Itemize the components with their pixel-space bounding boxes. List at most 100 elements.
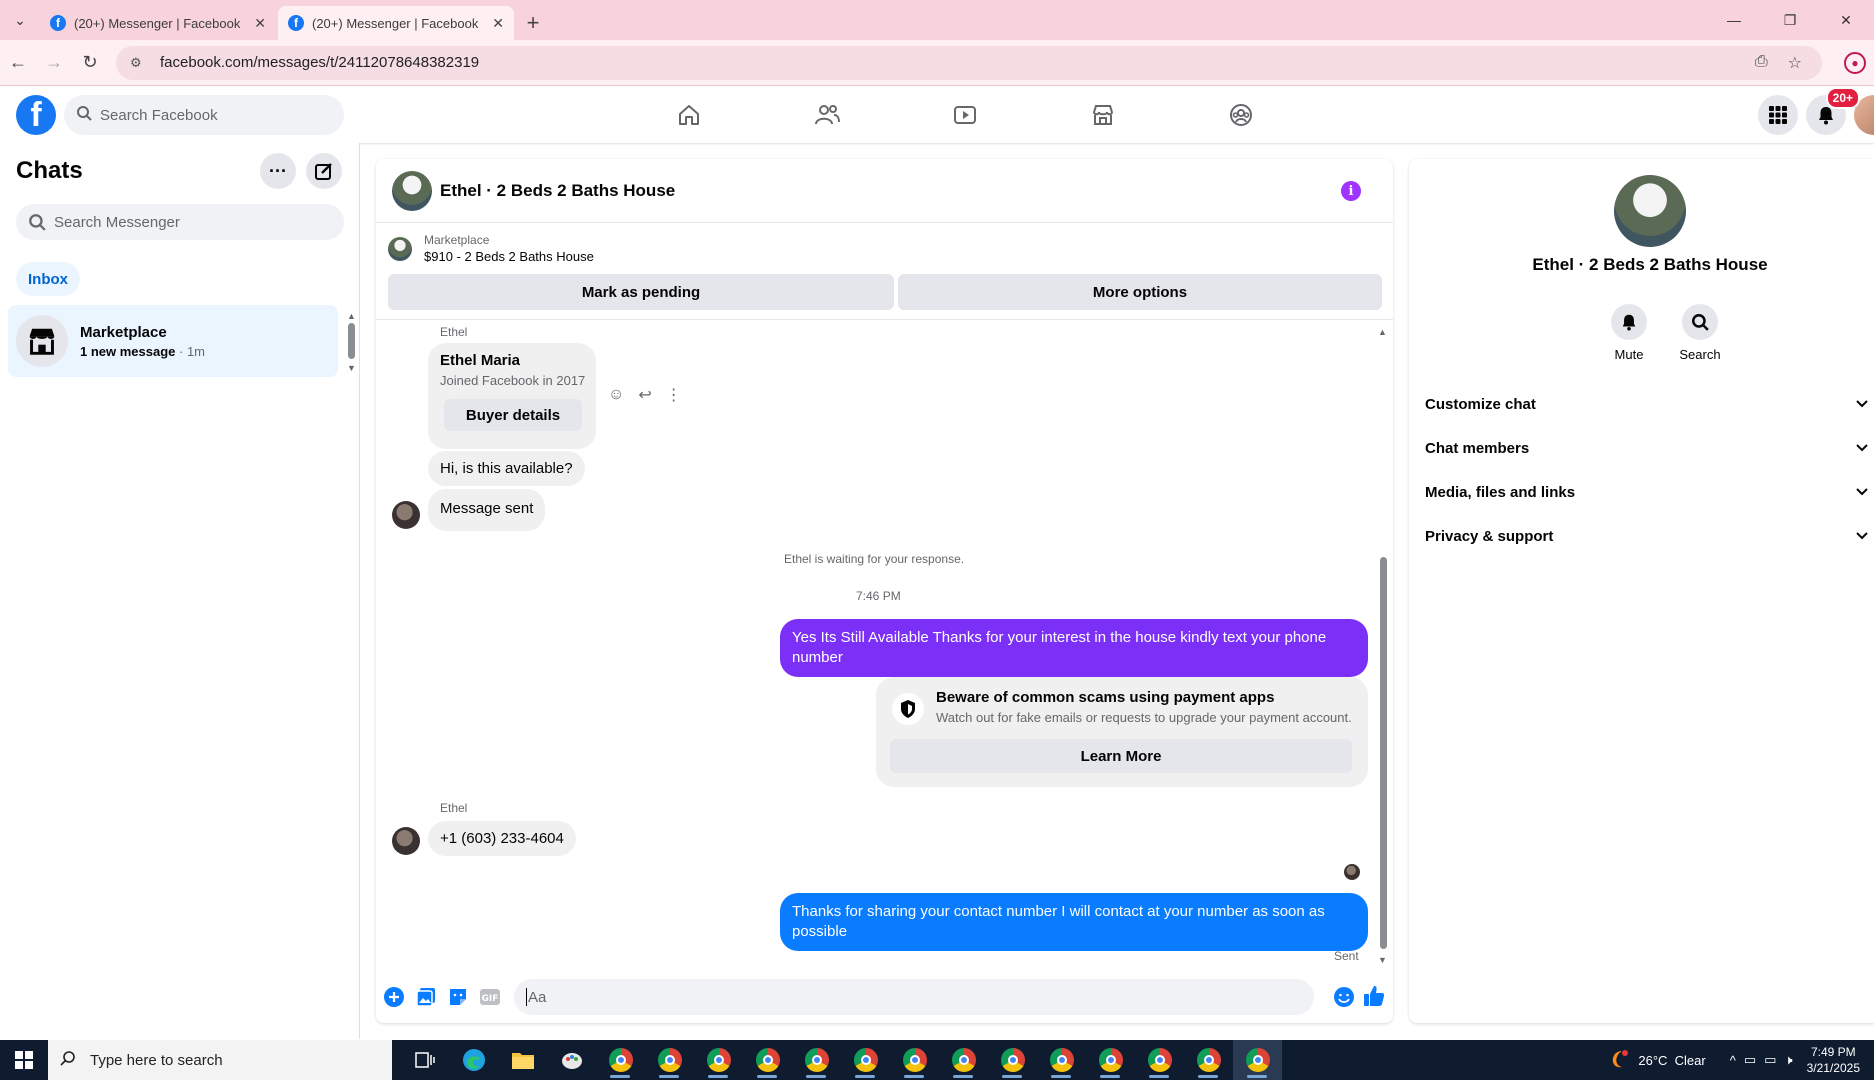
clock-time: 7:49 PM (1810, 1045, 1856, 1059)
back-icon[interactable]: ← (0, 45, 36, 81)
media-files-links-section[interactable]: Media, files and links (1425, 470, 1874, 514)
chrome-app-icon[interactable] (743, 1040, 792, 1080)
scrollbar-thumb[interactable] (1380, 557, 1387, 949)
info-icon[interactable]: i (1341, 181, 1361, 201)
chrome-app-icon[interactable] (596, 1040, 645, 1080)
message-bubble-incoming: +1 (603) 233-4604 (428, 821, 576, 856)
battery-icon[interactable]: ▭ (1744, 1052, 1756, 1068)
chrome-app-icon[interactable] (890, 1040, 939, 1080)
scroll-up-arrow-icon[interactable]: ▲ (1378, 327, 1387, 337)
task-view-icon[interactable] (400, 1040, 449, 1080)
privacy-support-section[interactable]: Privacy & support (1425, 514, 1874, 558)
chat-list-scrollbar[interactable]: ▲ ▼ (347, 311, 356, 373)
conversation-scrollbar[interactable]: ▲ ▼ (1378, 327, 1388, 967)
tab-search-chevron-icon[interactable]: ⌄ (0, 0, 40, 40)
message-input[interactable]: Aa (514, 979, 1314, 1015)
new-message-button[interactable] (306, 153, 342, 189)
browser-profile-icon[interactable]: ● (1844, 51, 1866, 74)
conversation-avatar[interactable] (392, 170, 432, 211)
restore-icon[interactable]: ❐ (1762, 0, 1818, 40)
network-icon[interactable]: ▭ (1764, 1052, 1776, 1068)
reply-icon[interactable]: ↩ (638, 385, 651, 405)
chrome-app-icon[interactable] (694, 1040, 743, 1080)
mute-action[interactable]: Mute (1594, 304, 1664, 362)
bookmark-star-icon[interactable]: ☆ (1788, 53, 1802, 73)
weather-icon (1608, 1049, 1630, 1072)
chrome-app-icon[interactable] (841, 1040, 890, 1080)
nav-friends-icon[interactable] (758, 87, 896, 143)
search-icon (60, 1050, 76, 1071)
chevron-up-icon[interactable]: ^ (1730, 1053, 1736, 1068)
customize-chat-section[interactable]: Customize chat (1425, 382, 1874, 426)
react-emoji-icon[interactable]: ☺ (608, 386, 624, 404)
browser-tab-2[interactable]: f (20+) Messenger | Facebook ✕ (278, 6, 514, 40)
text-caret (526, 988, 527, 1006)
weather-widget[interactable]: 26°C Clear (1608, 1049, 1706, 1072)
scroll-down-arrow-icon[interactable]: ▼ (347, 363, 356, 373)
menu-grid-button[interactable] (1758, 95, 1798, 135)
mark-as-pending-button[interactable]: Mark as pending (388, 274, 894, 310)
gif-icon[interactable]: GIF (474, 981, 506, 1013)
paint-app-icon[interactable] (547, 1040, 596, 1080)
inbox-filter-tab[interactable]: Inbox (16, 262, 80, 296)
chrome-app-icon[interactable] (645, 1040, 694, 1080)
nav-video-icon[interactable] (896, 87, 1034, 143)
minimize-icon[interactable]: — (1706, 0, 1762, 40)
install-app-icon[interactable]: ⎙ (1755, 53, 1768, 73)
chats-options-button[interactable]: ··· (260, 153, 296, 189)
taskbar-search-input[interactable]: Type here to search (48, 1040, 392, 1080)
facebook-search-input[interactable]: Search Facebook (64, 95, 344, 135)
close-tab-icon[interactable]: ✕ (492, 15, 504, 32)
address-bar[interactable]: ⚙ facebook.com/messages/t/24112078648382… (116, 45, 1822, 80)
chrome-app-icon[interactable] (939, 1040, 988, 1080)
nav-groups-icon[interactable] (1172, 87, 1310, 143)
chat-name: Marketplace (80, 323, 167, 341)
close-tab-icon[interactable]: ✕ (254, 15, 266, 32)
forward-icon[interactable]: → (36, 45, 72, 81)
chrome-app-icon[interactable] (1037, 1040, 1086, 1080)
search-in-conversation-action[interactable]: Search (1665, 304, 1735, 362)
nav-home-icon[interactable] (620, 87, 758, 143)
info-avatar (1614, 175, 1686, 247)
volume-muted-icon[interactable]: 🕨 (1784, 1052, 1792, 1068)
more-options-button[interactable]: More options (898, 274, 1382, 310)
file-explorer-icon[interactable] (498, 1040, 547, 1080)
site-info-icon[interactable]: ⚙ (130, 55, 146, 71)
conversation-panel: Ethel · 2 Beds 2 Baths House i Marketpla… (376, 159, 1393, 1023)
chat-list-item[interactable]: Marketplace 1 new message · 1m (8, 305, 338, 377)
browser-tab-1[interactable]: f (20+) Messenger | Facebook ✕ (40, 6, 276, 40)
edge-browser-icon[interactable] (449, 1040, 498, 1080)
photo-icon[interactable] (410, 981, 442, 1013)
facebook-logo-icon[interactable]: f (16, 95, 56, 135)
scrollbar-thumb[interactable] (348, 323, 355, 359)
chrome-app-icon[interactable] (1086, 1040, 1135, 1080)
thumbs-up-icon[interactable] (1358, 980, 1390, 1012)
buyer-card: Ethel Maria Joined Facebook in 2017 Buye… (428, 343, 596, 449)
scroll-down-arrow-icon[interactable]: ▼ (1378, 955, 1387, 965)
buyer-name: Ethel Maria (440, 352, 521, 369)
emoji-icon[interactable] (1328, 981, 1360, 1013)
sticker-icon[interactable] (442, 981, 474, 1013)
more-vertical-icon[interactable]: ⋮ (666, 385, 682, 405)
chrome-app-icon[interactable] (988, 1040, 1037, 1080)
scroll-up-arrow-icon[interactable]: ▲ (347, 311, 356, 321)
marketplace-listing-row[interactable]: Marketplace $910 - 2 Beds 2 Baths House (388, 233, 594, 264)
chrome-app-icon[interactable] (792, 1040, 841, 1080)
conversation-title[interactable]: Ethel · 2 Beds 2 Baths House (440, 181, 675, 201)
new-tab-icon[interactable]: + (516, 6, 550, 40)
clock[interactable]: 7:49 PM 3/21/2025 (1807, 1044, 1860, 1076)
chrome-app-icon[interactable] (1184, 1040, 1233, 1080)
notifications-button[interactable]: 20+ (1806, 87, 1860, 135)
reload-icon[interactable]: ↻ (72, 45, 108, 81)
windows-start-icon[interactable] (0, 1040, 48, 1080)
buyer-details-button[interactable]: Buyer details (444, 399, 582, 431)
messenger-search-input[interactable]: Search Messenger (16, 204, 344, 240)
search-icon (76, 105, 92, 125)
chrome-app-icon-active[interactable] (1233, 1040, 1282, 1080)
learn-more-button[interactable]: Learn More (890, 739, 1352, 773)
chrome-app-icon[interactable] (1135, 1040, 1184, 1080)
close-window-icon[interactable]: ✕ (1818, 0, 1874, 40)
plus-circle-icon[interactable] (378, 981, 410, 1013)
nav-marketplace-icon[interactable] (1034, 87, 1172, 143)
chat-members-section[interactable]: Chat members (1425, 426, 1874, 470)
